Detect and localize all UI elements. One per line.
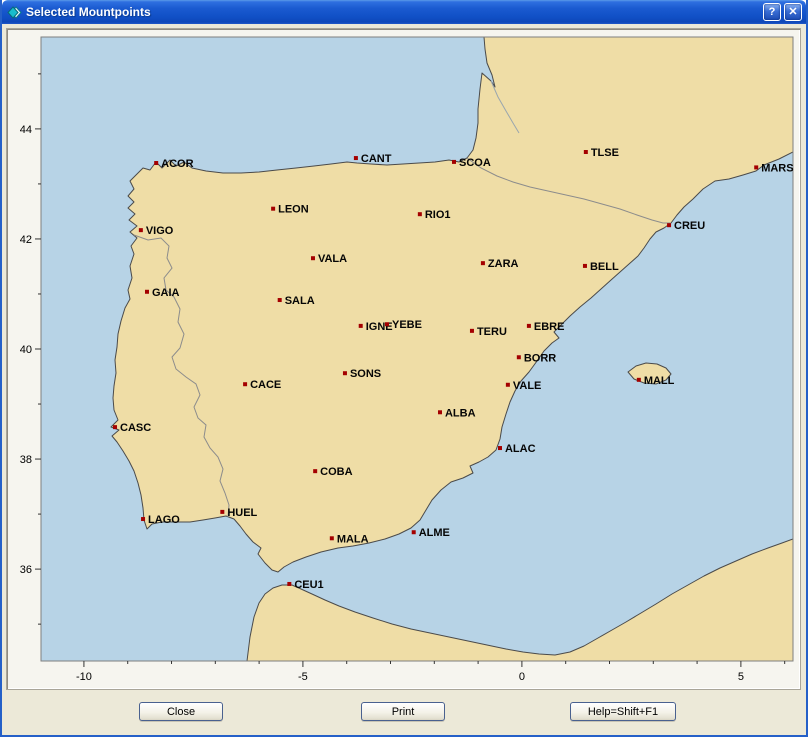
station-label-tlse: TLSE: [591, 147, 619, 159]
app-icon: [7, 5, 22, 20]
titlebar[interactable]: Selected Mountpoints ? ✕: [2, 0, 806, 24]
station-marker-rio1: [418, 212, 422, 216]
station-label-vala: VALA: [318, 253, 347, 265]
station-marker-mala: [330, 536, 334, 540]
station-label-cant: CANT: [361, 153, 392, 165]
station-marker-leon: [271, 207, 275, 211]
station-marker-teru: [470, 329, 474, 333]
station-marker-alba: [438, 410, 442, 414]
station-label-sons: SONS: [350, 368, 381, 380]
station-label-acor: ACOR: [161, 158, 193, 170]
station-marker-ceu1: [287, 582, 291, 586]
station-label-vigo: VIGO: [146, 225, 174, 237]
dialog-content: -10 -5 0 5 36 38 40 42 44 ACOR VIGO GAIA CASC LAGO HU…: [2, 24, 806, 735]
station-marker-yebe: [385, 322, 389, 326]
station-marker-scoa: [452, 160, 456, 164]
station-marker-gaia: [145, 290, 149, 294]
station-label-mars: MARS: [761, 162, 793, 174]
station-label-rio1: RIO1: [425, 209, 451, 221]
station-marker-vala: [311, 256, 315, 260]
station-marker-bell: [583, 264, 587, 268]
x-tick-label: 0: [519, 671, 525, 683]
station-label-teru: TERU: [477, 326, 507, 338]
station-label-zara: ZARA: [488, 258, 519, 270]
station-marker-borr: [517, 355, 521, 359]
station-label-ebre: EBRE: [534, 321, 565, 333]
station-marker-ebre: [527, 324, 531, 328]
station-marker-mars: [754, 165, 758, 169]
station-marker-tlse: [584, 150, 588, 154]
y-tick-label: 38: [20, 454, 32, 466]
station-marker-mall: [637, 378, 641, 382]
station-marker-acor: [154, 161, 158, 165]
window-title: Selected Mountpoints: [26, 5, 760, 19]
station-label-cace: CACE: [250, 379, 281, 391]
x-tick-label: 5: [738, 671, 744, 683]
selected-mountpoints-window: Selected Mountpoints ? ✕: [0, 0, 808, 737]
station-marker-cant: [354, 156, 358, 160]
station-label-casc: CASC: [120, 422, 151, 434]
station-marker-sons: [343, 371, 347, 375]
station-label-alba: ALBA: [445, 407, 476, 419]
station-label-gaia: GAIA: [152, 287, 180, 299]
station-marker-sala: [278, 298, 282, 302]
station-marker-casc: [113, 425, 117, 429]
station-marker-cace: [243, 382, 247, 386]
station-marker-creu: [667, 223, 671, 227]
station-label-bell: BELL: [590, 261, 619, 273]
station-marker-vigo: [139, 228, 143, 232]
station-label-mala: MALA: [337, 533, 369, 545]
station-label-lago: LAGO: [148, 514, 180, 526]
print-button[interactable]: Print: [361, 702, 445, 721]
station-label-creu: CREU: [674, 220, 705, 232]
titlebar-help-button[interactable]: ?: [763, 3, 781, 21]
station-label-sala: SALA: [285, 295, 315, 307]
x-tick-label: -10: [76, 671, 92, 683]
help-shortcut-button[interactable]: Help=Shift+F1: [570, 702, 676, 721]
station-label-scoa: SCOA: [459, 157, 491, 169]
station-marker-huel: [220, 510, 224, 514]
titlebar-close-button[interactable]: ✕: [784, 3, 802, 21]
y-tick-label: 42: [20, 234, 32, 246]
y-tick-label: 36: [20, 564, 32, 576]
station-marker-zara: [481, 261, 485, 265]
close-button[interactable]: Close: [139, 702, 223, 721]
station-marker-alme: [412, 530, 416, 534]
station-label-alme: ALME: [419, 527, 450, 539]
station-label-mall: MALL: [644, 375, 675, 387]
station-label-borr: BORR: [524, 352, 556, 364]
station-label-huel: HUEL: [227, 507, 257, 519]
station-marker-igne: [359, 324, 363, 328]
y-tick-label: 44: [20, 124, 32, 136]
station-label-coba: COBA: [320, 466, 352, 478]
station-label-alac: ALAC: [505, 443, 536, 455]
station-label-yebe: YEBE: [392, 319, 422, 331]
station-label-vale: VALE: [513, 380, 542, 392]
mountpoints-map: -10 -5 0 5 36 38 40 42 44 ACOR VIGO GAIA CASC LAGO HU…: [7, 29, 800, 689]
x-tick-label: -5: [298, 671, 308, 683]
station-marker-lago: [141, 517, 145, 521]
station-marker-alac: [498, 446, 502, 450]
station-label-ceu1: CEU1: [294, 579, 323, 591]
station-marker-coba: [313, 469, 317, 473]
station-marker-vale: [506, 383, 510, 387]
y-tick-label: 40: [20, 344, 32, 356]
station-label-leon: LEON: [278, 204, 309, 216]
map-panel: -10 -5 0 5 36 38 40 42 44 ACOR VIGO GAIA CASC LAGO HU…: [6, 28, 801, 690]
